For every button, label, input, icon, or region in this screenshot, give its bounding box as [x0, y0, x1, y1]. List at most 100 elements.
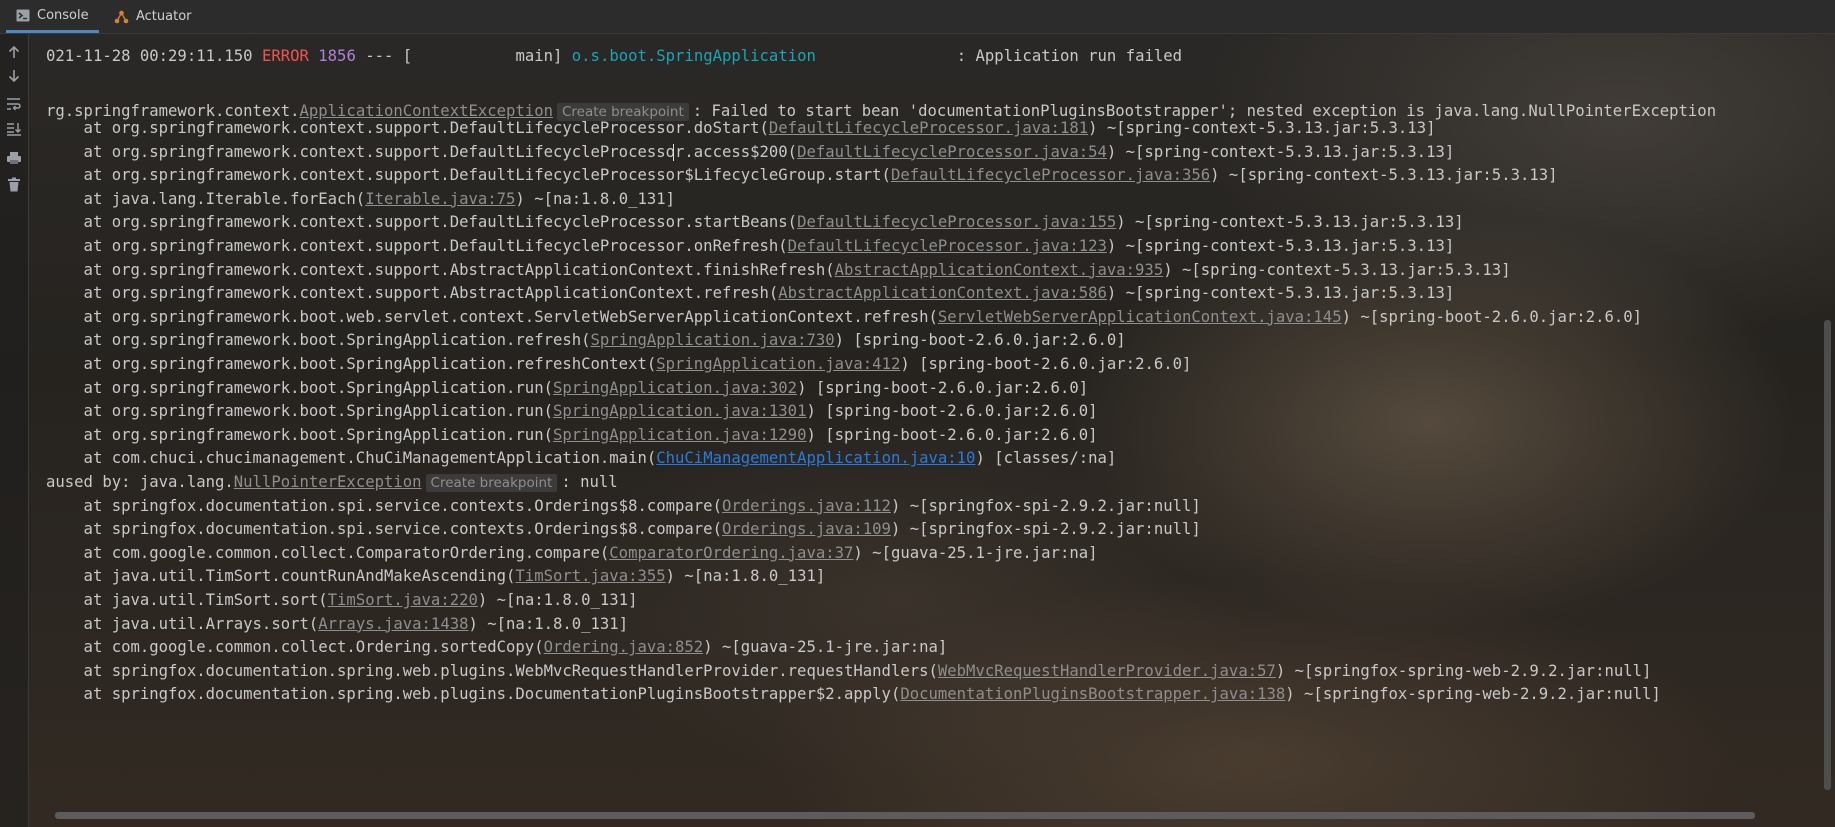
- frame-source-link[interactable]: SpringApplication.java:302: [553, 379, 797, 397]
- frame-source-link[interactable]: AbstractApplicationContext.java:586: [778, 284, 1107, 302]
- print-icon[interactable]: [4, 148, 24, 168]
- down-arrow-icon[interactable]: [4, 66, 24, 86]
- frame-source-link[interactable]: SpringApplication.java:1301: [553, 402, 806, 420]
- console-icon: [16, 9, 30, 22]
- frame-source-link[interactable]: TimSort.java:220: [328, 591, 478, 609]
- frame-method: at springfox.documentation.spring.web.pl…: [46, 685, 901, 704]
- frame-source-link[interactable]: SpringApplication.java:412: [656, 355, 900, 373]
- console-toolbar: [0, 34, 29, 827]
- stack-frame-line: at org.springframework.boot.SpringApplic…: [46, 330, 1126, 350]
- caused-by-line: aused by: java.lang.NullPointerException…: [46, 472, 618, 492]
- frame-method: at org.springframework.boot.SpringApplic…: [46, 331, 591, 350]
- frame-source-link[interactable]: ComparatorOrdering.java:37: [609, 544, 853, 562]
- frame-source-link[interactable]: DefaultLifecycleProcessor.java:181: [769, 119, 1088, 137]
- cause-class-link[interactable]: NullPointerException: [234, 473, 422, 491]
- up-arrow-icon[interactable]: [4, 42, 24, 62]
- stack-frame-line: at com.google.common.collect.ComparatorO…: [46, 543, 1098, 563]
- frame-method: at org.springframework.context.support.D…: [46, 119, 769, 137]
- frame-jar-info: ) ~[springfox-spi-2.9.2.jar:null]: [890, 496, 1201, 515]
- frame-method: at java.util.TimSort.countRunAndMakeAsce…: [46, 567, 516, 586]
- frame-source-link[interactable]: AbstractApplicationContext.java:935: [835, 261, 1164, 279]
- stack-frame-line: at org.springframework.boot.SpringApplic…: [46, 354, 1192, 374]
- cause-prefix: aused by: java.lang.: [46, 473, 234, 491]
- frame-jar-info: ) [spring-boot-2.6.0.jar:2.6.0]: [806, 402, 1098, 421]
- actuator-icon: [114, 10, 129, 24]
- frame-method: at org.springframework.boot.SpringApplic…: [46, 425, 553, 444]
- frame-jar-info: ) ~[na:1.8.0_131]: [515, 189, 676, 208]
- create-breakpoint-button[interactable]: Create breakpoint: [425, 474, 558, 492]
- text-caret: [673, 143, 674, 161]
- tab-console[interactable]: Console: [6, 0, 99, 33]
- stack-frame-line: at com.google.common.collect.Ordering.so…: [46, 637, 948, 657]
- frame-source-link[interactable]: ChuCiManagementApplication.java:10: [656, 449, 975, 467]
- frame-source-link[interactable]: Iterable.java:75: [365, 190, 515, 208]
- tab-actuator-label: Actuator: [136, 9, 192, 24]
- trash-icon[interactable]: [4, 174, 24, 194]
- console-output[interactable]: 021-11-28 00:29:11.150 ERROR 1856 --- [ …: [28, 34, 1818, 804]
- stack-frame-line: at org.springframework.context.support.D…: [46, 118, 1436, 138]
- frame-source-link[interactable]: DefaultLifecycleProcessor.java:356: [891, 166, 1210, 184]
- log-header-line: 021-11-28 00:29:11.150 ERROR 1856 --- [ …: [46, 46, 1182, 66]
- frame-jar-info: ) ~[na:1.8.0_131]: [665, 567, 826, 586]
- frame-source-link[interactable]: WebMvcRequestHandlerProvider.java:57: [938, 662, 1276, 680]
- frame-jar-info: ) ~[na:1.8.0_131]: [468, 614, 629, 633]
- stack-frame-line: at org.springframework.context.support.A…: [46, 260, 1511, 280]
- stack-frame-line: at springfox.documentation.spi.service.c…: [46, 496, 1201, 516]
- frame-jar-info: ) ~[na:1.8.0_131]: [477, 591, 638, 609]
- frame-jar-info: ) ~[springfox-spring-web-2.9.2.jar:null]: [1285, 685, 1661, 704]
- soft-wrap-icon[interactable]: [4, 94, 24, 114]
- frame-jar-info: ) ~[guava-25.1-jre.jar:na]: [853, 543, 1098, 562]
- frame-source-link[interactable]: ServletWebServerApplicationContext.java:…: [938, 308, 1342, 326]
- frame-source-link[interactable]: Arrays.java:1438: [318, 615, 468, 633]
- horizontal-scrollbar[interactable]: [55, 812, 1755, 819]
- frame-jar-info: ) ~[spring-boot-2.6.0.jar:2.6.0]: [1341, 307, 1643, 326]
- frame-source-link[interactable]: Orderings.java:109: [722, 520, 891, 538]
- frame-method: at java.util.TimSort.sort(: [46, 591, 328, 609]
- frame-method: at org.springframework.boot.SpringApplic…: [46, 355, 657, 373]
- stack-frame-line: at org.springframework.context.support.A…: [46, 283, 1455, 303]
- frame-source-link[interactable]: Orderings.java:112: [722, 497, 891, 515]
- frame-method: at com.google.common.collect.ComparatorO…: [46, 543, 610, 562]
- tab-actuator[interactable]: Actuator: [104, 0, 202, 33]
- frame-jar-info: ) ~[spring-context-5.3.13.jar:5.3.13]: [1163, 260, 1511, 279]
- stack-frame-line: at java.lang.Iterable.forEach(Iterable.j…: [46, 189, 675, 209]
- stack-frame-line: at org.springframework.context.support.D…: [46, 212, 1464, 232]
- frame-method: at springfox.documentation.spring.web.pl…: [46, 661, 938, 680]
- tool-window-tabbar: Console Actuator: [0, 0, 1835, 34]
- frame-method: at java.lang.Iterable.forEach(: [46, 189, 366, 208]
- frame-jar-info: ) ~[spring-context-5.3.13.jar:5.3.13]: [1088, 119, 1436, 137]
- stack-frame-line: at java.util.Arrays.sort(Arrays.java:143…: [46, 614, 629, 634]
- stack-frame-line: at org.springframework.context.support.D…: [46, 165, 1558, 185]
- log-pid: 1856: [318, 47, 356, 65]
- frame-source-link[interactable]: SpringApplication.java:1290: [553, 426, 806, 444]
- stack-frame-line: at org.springframework.boot.SpringApplic…: [46, 425, 1098, 445]
- stack-frame-line: at springfox.documentation.spi.service.c…: [46, 519, 1201, 539]
- frame-source-link[interactable]: TimSort.java:355: [515, 567, 665, 585]
- frame-method: at springfox.documentation.spi.service.c…: [46, 496, 722, 515]
- frame-jar-info: ) ~[guava-25.1-jre.jar:na]: [703, 638, 948, 657]
- log-logger: o.s.boot.SpringApplication: [571, 47, 816, 65]
- stack-frame-line: at org.springframework.boot.SpringApplic…: [46, 378, 1089, 398]
- frame-jar-info: ) [spring-boot-2.6.0.jar:2.6.0]: [834, 331, 1126, 350]
- frame-method: at org.springframework.boot.web.servlet.…: [46, 307, 938, 326]
- frame-method: at org.springframework.context.support.A…: [46, 284, 779, 303]
- cause-message: : null: [561, 473, 618, 491]
- frame-method: at org.springframework.context.support.D…: [46, 213, 798, 232]
- scroll-to-end-icon[interactable]: [4, 119, 24, 139]
- frame-source-link[interactable]: Ordering.java:852: [544, 638, 704, 656]
- frame-source-link[interactable]: DocumentationPluginsBootstrapper.java:13…: [900, 685, 1285, 703]
- vertical-scrollbar[interactable]: [1824, 320, 1831, 790]
- frame-source-link[interactable]: DefaultLifecycleProcessor.java:54: [797, 143, 1107, 161]
- frame-source-link[interactable]: SpringApplication.java:730: [591, 331, 835, 349]
- stack-frame-line: at org.springframework.context.support.D…: [46, 142, 1454, 162]
- frame-jar-info: ) ~[springfox-spring-web-2.9.2.jar:null]: [1275, 661, 1652, 680]
- stack-frame-line: at springfox.documentation.spring.web.pl…: [46, 661, 1652, 681]
- frame-method: at com.google.common.collect.Ordering.so…: [46, 638, 544, 657]
- log-timestamp: 021-11-28 00:29:11.150: [46, 47, 253, 65]
- frame-source-link[interactable]: DefaultLifecycleProcessor.java:123: [788, 237, 1107, 255]
- stack-frame-line: at java.util.TimSort.sort(TimSort.java:2…: [46, 590, 638, 610]
- frame-jar-info: ) ~[spring-context-5.3.13.jar:5.3.13]: [1106, 237, 1455, 255]
- frame-jar-info: ) ~[spring-context-5.3.13.jar:5.3.13]: [1106, 284, 1455, 303]
- frame-source-link[interactable]: DefaultLifecycleProcessor.java:155: [797, 213, 1116, 231]
- stack-frame-line: at java.util.TimSort.countRunAndMakeAsce…: [46, 566, 826, 586]
